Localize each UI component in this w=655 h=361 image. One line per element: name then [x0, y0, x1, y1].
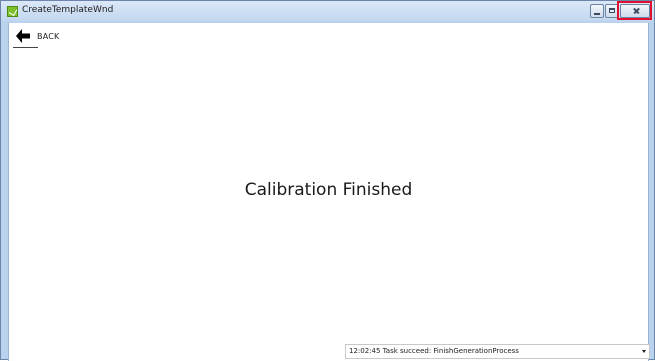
status-log-text: 12:02:45 Task succeed: FinishGenerationP…: [349, 347, 519, 355]
back-label: BACK: [37, 32, 60, 41]
title-bar[interactable]: CreateTemplateWnd: [1, 1, 654, 21]
status-log-dropdown[interactable]: 12:02:45 Task succeed: FinishGenerationP…: [345, 344, 650, 359]
app-icon: [7, 6, 18, 17]
minimize-button[interactable]: [590, 4, 604, 18]
back-underline: [13, 47, 38, 48]
arrow-left-icon: [16, 29, 30, 43]
window-title: CreateTemplateWnd: [22, 5, 114, 15]
status-message: Calibration Finished: [244, 180, 413, 200]
main-content: BACK Calibration Finished 12:02:45 Task …: [8, 23, 650, 361]
back-button[interactable]: BACK: [13, 26, 61, 48]
close-button-highlight: [617, 1, 652, 20]
app-window: CreateTemplateWnd BACK Calibration Finis…: [0, 0, 655, 361]
chevron-down-icon: [642, 350, 646, 353]
